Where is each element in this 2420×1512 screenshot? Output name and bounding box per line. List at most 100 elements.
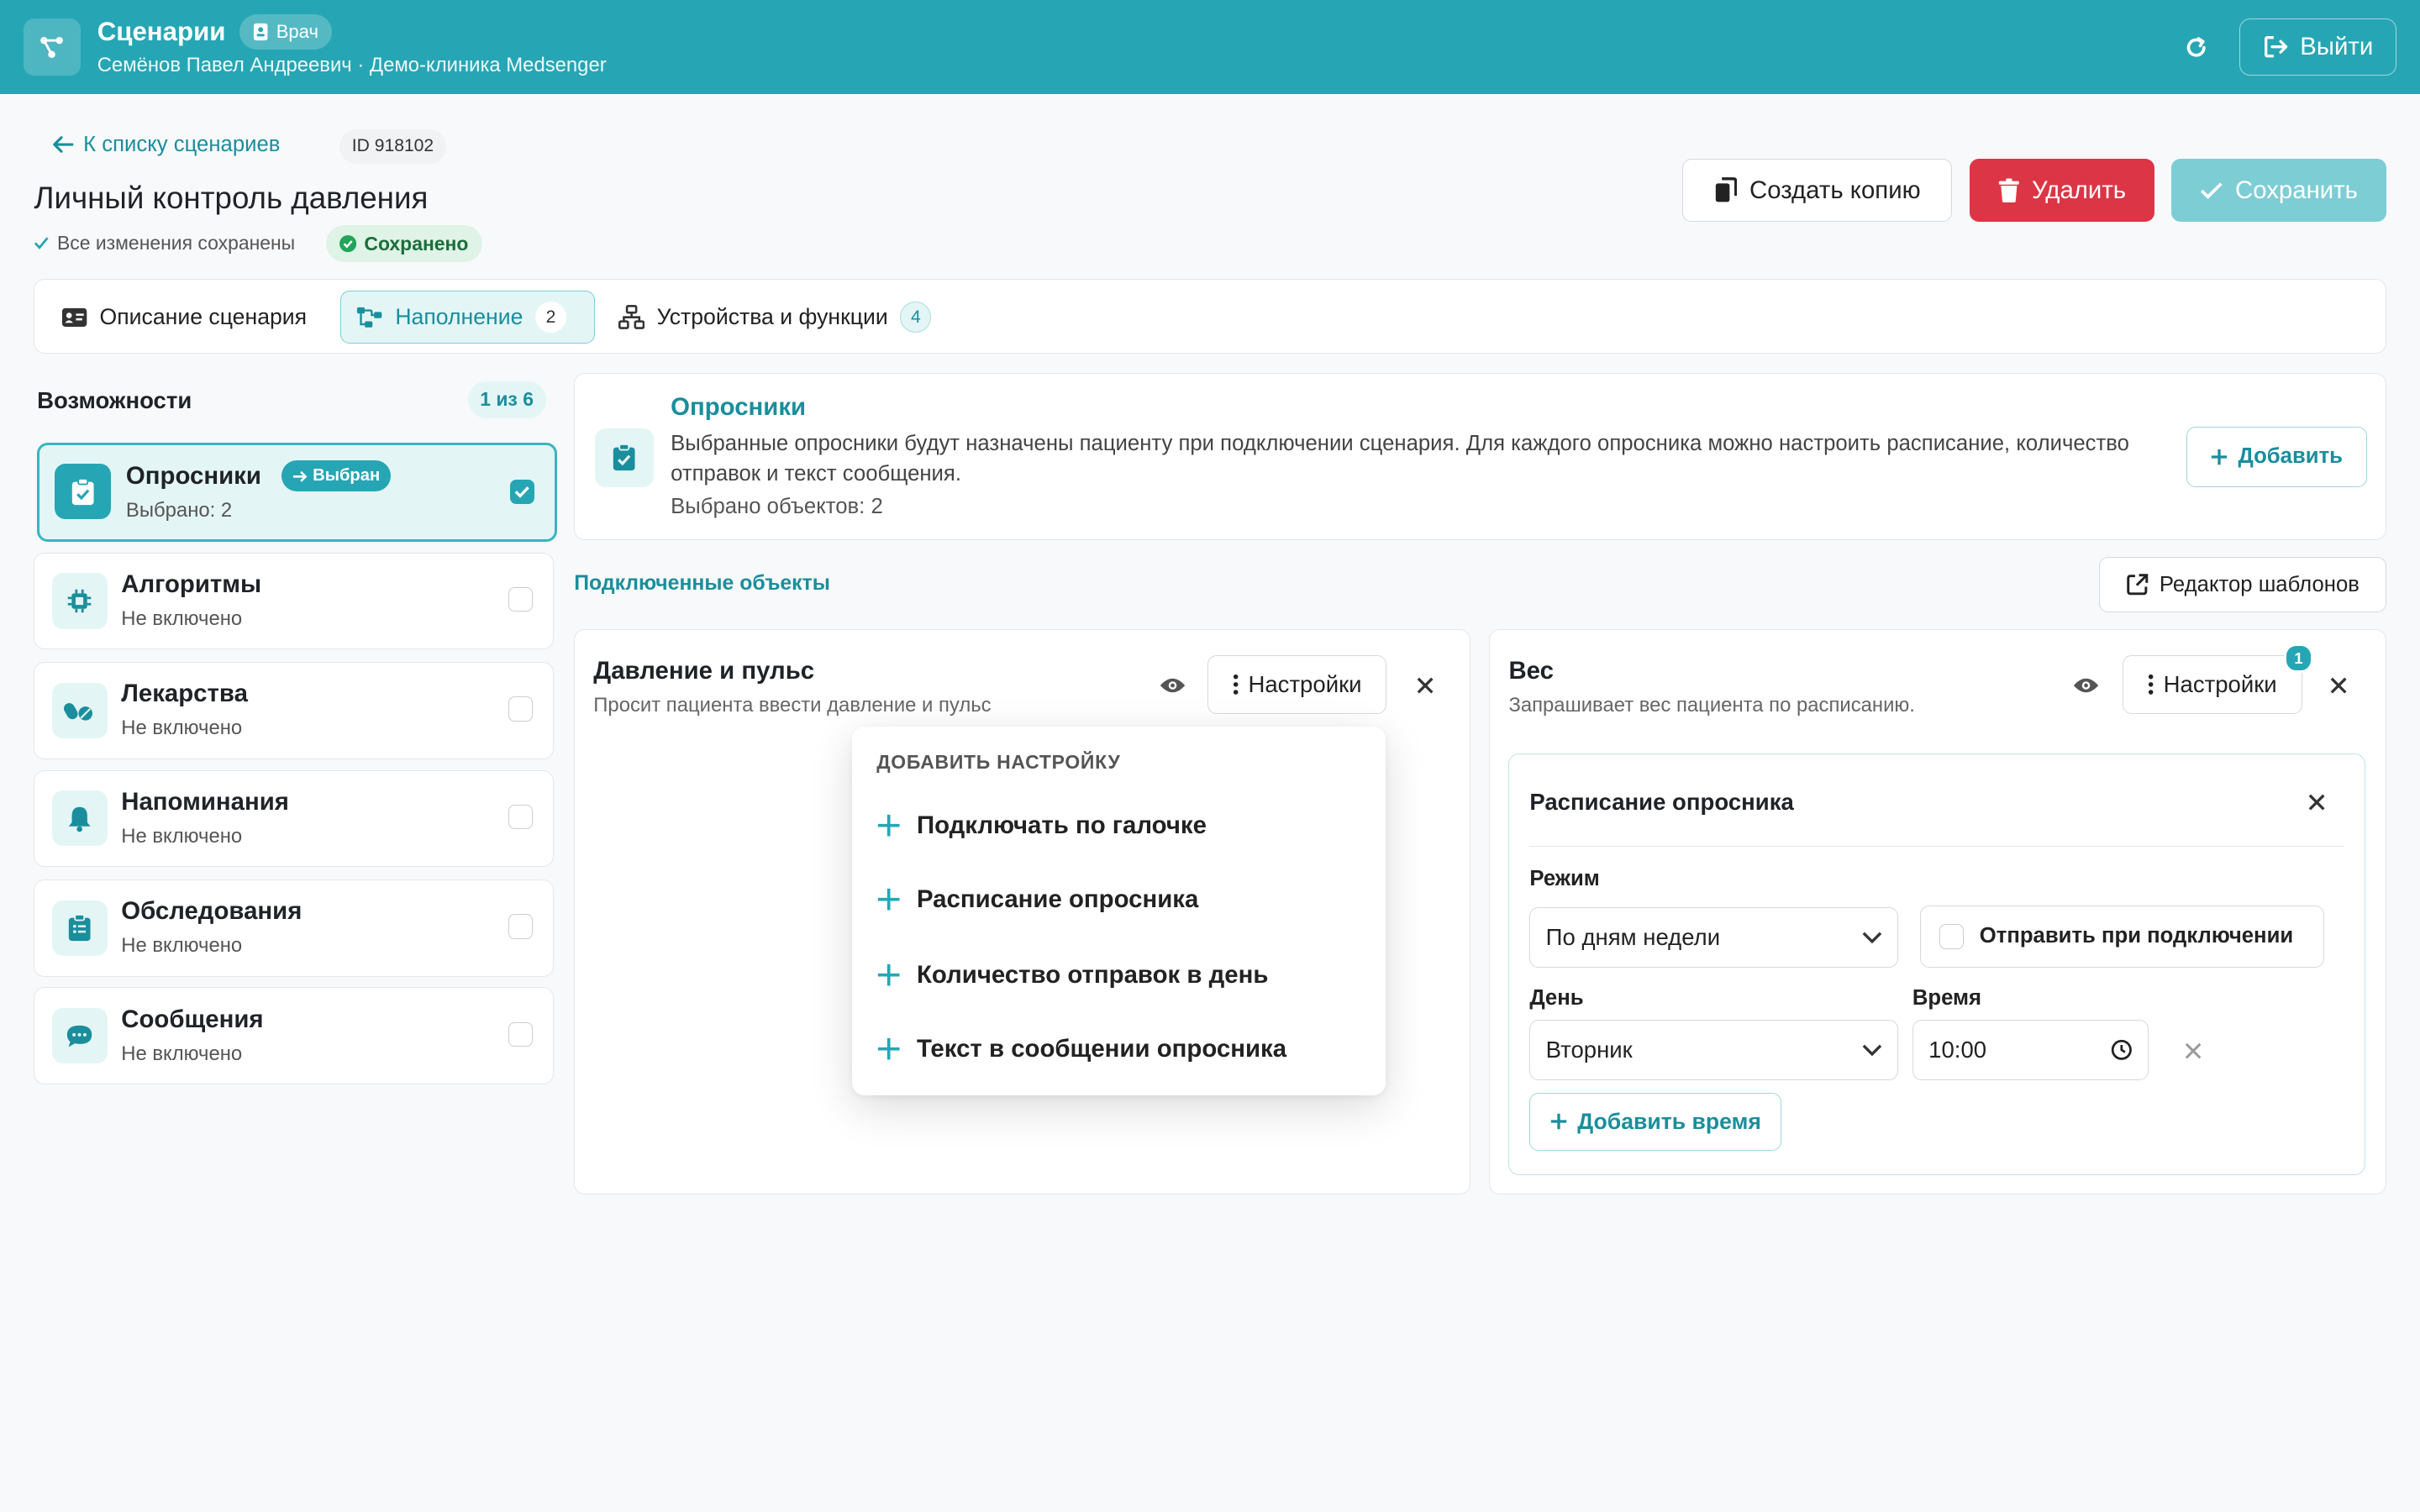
info-title: Опросники <box>671 392 807 421</box>
chevron-down-icon <box>1862 932 1882 944</box>
mode-select[interactable]: По дням недели <box>1529 907 1899 968</box>
tab-devices-label: Устройства и функции <box>656 304 888 329</box>
pills-icon <box>51 682 108 738</box>
settings-label: Настройки <box>2163 670 2277 697</box>
user-clinic-line: Семёнов Павел Андреевич · Демо-клиника M… <box>97 54 607 77</box>
capability-messages[interactable]: Сообщения Не включено <box>34 987 555 1085</box>
back-to-list-link[interactable]: К списку сценариев <box>52 133 280 157</box>
close-icon[interactable] <box>2323 670 2354 701</box>
clipboard-check-icon <box>55 464 111 520</box>
capabilities-count-badge: 1 из 6 <box>467 381 546 418</box>
dropdown-item-connect-by-checkbox[interactable]: Подключать по галочке <box>876 804 1207 847</box>
capability-title: Обследования <box>121 897 302 926</box>
capability-checkbox[interactable] <box>509 479 535 504</box>
selected-badge: Выбран <box>281 460 392 492</box>
settings-button[interactable]: Настройки <box>1207 654 1387 714</box>
delete-button[interactable]: Удалить <box>1969 159 2155 223</box>
capabilities-title: Возможности <box>37 387 192 413</box>
logout-button[interactable]: Выйти <box>2239 18 2397 76</box>
capability-questionnaires[interactable]: Опросники Выбран Выбрано: 2 <box>37 443 558 542</box>
role-badge: Врач <box>239 13 333 50</box>
time-value: 10:00 <box>1928 1037 1987 1063</box>
template-editor-label: Редактор шаблонов <box>2159 572 2360 596</box>
remove-time-icon[interactable] <box>2180 1037 2207 1064</box>
logout-icon <box>2263 34 2289 59</box>
send-on-connect-checkbox[interactable]: Отправить при подключении <box>1919 906 2325 968</box>
chip-icon <box>51 573 108 629</box>
back-link-label: К списку сценариев <box>83 132 281 156</box>
capability-checkbox[interactable] <box>508 804 534 830</box>
close-icon[interactable] <box>2302 789 2330 816</box>
schedule-panel: Расписание опросника Режим По дням недел… <box>1508 753 2365 1175</box>
capability-reminders[interactable]: Напоминания Не включено <box>34 769 555 868</box>
capability-status: Не включено <box>121 717 243 740</box>
capability-status: Выбрано: 2 <box>125 499 233 522</box>
tab-count-badge: 4 <box>900 302 932 333</box>
clock-icon <box>2111 1039 2133 1061</box>
time-label: Время <box>1912 985 1982 1010</box>
status-badge-label: Сохранено <box>364 232 469 255</box>
add-button[interactable]: Добавить <box>2186 426 2367 487</box>
connected-objects-title: Подключенные объекты <box>574 572 830 596</box>
scenario-id-chip: ID 918102 <box>339 129 446 164</box>
dropdown-item-schedule[interactable]: Расписание опросника <box>876 878 1198 921</box>
external-link-icon <box>2126 573 2149 596</box>
dropdown-item-label: Количество отправок в день <box>916 960 1269 989</box>
capability-checkbox[interactable] <box>508 586 534 612</box>
capability-examinations[interactable]: Обследования Не включено <box>34 879 555 977</box>
tab-devices[interactable]: Устройства и функции 4 <box>602 291 946 343</box>
capability-status: Не включено <box>121 606 243 630</box>
schedule-title: Расписание опросника <box>1529 788 1794 815</box>
selected-objects-count: Выбрано объектов: 2 <box>671 494 883 518</box>
object-description: Запрашивает вес пациента по расписанию. <box>1508 693 1915 717</box>
save-label: Сохранить <box>2235 176 2358 204</box>
questionnaires-info-card: Опросники Выбранные опросники будут назн… <box>574 373 2386 540</box>
capability-algorithms[interactable]: Алгоритмы Не включено <box>34 552 555 650</box>
arrow-left-icon <box>52 135 74 154</box>
capability-medicines[interactable]: Лекарства Не включено <box>34 661 555 759</box>
plus-icon <box>2210 448 2228 466</box>
dropdown-item-label: Подключать по галочке <box>916 811 1207 839</box>
eye-icon[interactable] <box>2069 669 2102 702</box>
trash-icon <box>1998 178 2020 203</box>
eye-icon[interactable] <box>1155 669 1189 702</box>
scenarios-logo-icon <box>23 18 81 76</box>
add-time-button[interactable]: Добавить время <box>1529 1092 1781 1152</box>
day-value: Вторник <box>1545 1037 1633 1063</box>
clipboard-check-icon <box>595 428 654 487</box>
capability-checkbox[interactable] <box>508 696 534 722</box>
settings-button[interactable]: Настройки 1 <box>2123 643 2314 714</box>
tab-content-label: Наполнение <box>395 304 523 329</box>
info-description: Выбранные опросники будут назначены паци… <box>671 431 2129 486</box>
tab-description[interactable]: Описание сценария <box>45 291 322 343</box>
checkbox[interactable] <box>1939 924 1965 949</box>
day-label: День <box>1529 985 1584 1010</box>
divider <box>1529 845 2344 848</box>
capability-title: Сообщения <box>121 1005 264 1033</box>
plus-icon <box>1549 1112 1568 1131</box>
network-icon <box>618 304 644 329</box>
settings-label: Настройки <box>1248 670 1362 697</box>
arrow-right-icon <box>292 470 308 483</box>
plus-icon <box>876 813 901 837</box>
plus-icon <box>876 963 901 987</box>
tab-description-label: Описание сценария <box>99 304 308 329</box>
day-select[interactable]: Вторник <box>1529 1020 1899 1080</box>
capability-checkbox[interactable] <box>508 914 534 939</box>
template-editor-button[interactable]: Редактор шаблонов <box>2098 557 2386 613</box>
add-label: Добавить <box>2238 444 2343 469</box>
delete-label: Удалить <box>2031 176 2127 204</box>
chevron-down-icon <box>1862 1044 1882 1057</box>
close-icon[interactable] <box>1410 670 1441 701</box>
tab-content[interactable]: Наполнение 2 <box>340 291 596 344</box>
dropdown-item-sends-per-day[interactable]: Количество отправок в день <box>876 953 1268 996</box>
refresh-icon[interactable] <box>2179 31 2212 65</box>
create-copy-button[interactable]: Создать копию <box>1682 159 1953 223</box>
time-input[interactable]: 10:00 <box>1912 1020 2149 1080</box>
dropdown-item-message-text[interactable]: Текст в сообщении опросника <box>876 1027 1286 1070</box>
app-title: Сценарии <box>97 17 226 47</box>
save-button[interactable]: Сохранить <box>2171 159 2386 223</box>
mode-label: Режим <box>1529 867 1600 891</box>
capability-checkbox[interactable] <box>508 1021 534 1047</box>
mode-value: По дням недели <box>1545 923 1721 950</box>
